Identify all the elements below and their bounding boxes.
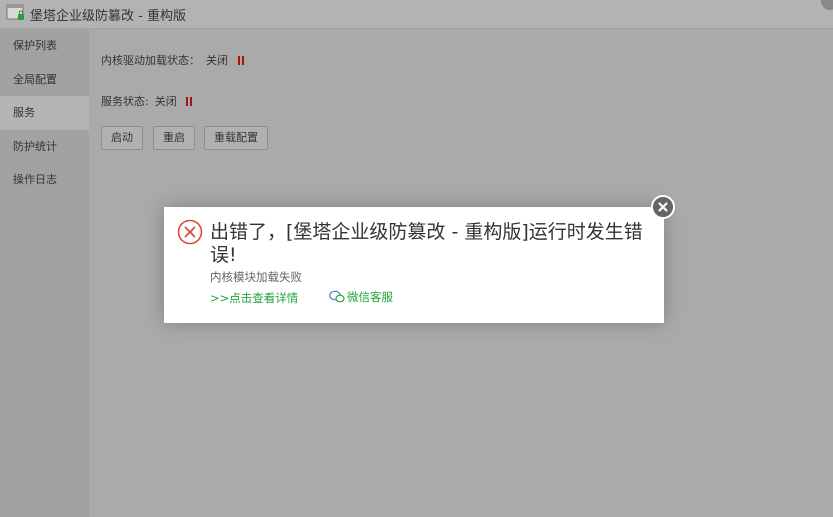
title-bar: 堡塔企业级防篡改 - 重构版 <box>0 0 833 29</box>
sidebar-item-operation-log[interactable]: 操作日志 <box>0 163 89 197</box>
reload-config-button[interactable]: 重载配置 <box>204 126 268 150</box>
stopped-status-icon <box>237 55 246 68</box>
sidebar: 保护列表 全局配置 服务 防护统计 操作日志 <box>0 29 89 517</box>
error-title: 出错了，[堡塔企业级防篡改 - 重构版]运行时发生错误! <box>210 221 643 266</box>
service-status-value: 关闭 <box>154 95 177 108</box>
app-window-icon <box>6 4 24 20</box>
view-details-link[interactable]: >>点击查看详情 <box>210 290 298 306</box>
wechat-icon <box>329 290 345 303</box>
window-title: 堡塔企业级防篡改 - 重构版 <box>30 9 186 24</box>
stopped-status-icon <box>186 96 194 109</box>
sidebar-item-global-config[interactable]: 全局配置 <box>0 63 89 97</box>
driver-status-row: 内核驱动加载状态： 关闭 <box>101 52 246 68</box>
sidebar-item-service[interactable]: 服务 <box>0 96 89 130</box>
restart-button[interactable]: 重启 <box>153 126 195 150</box>
error-message: 内核模块加载失败 <box>210 270 302 284</box>
error-icon <box>177 219 203 245</box>
service-status-label: 服务状态: <box>101 95 149 108</box>
error-dialog: 出错了，[堡塔企业级防篡改 - 重构版]运行时发生错误! 内核模块加载失败 >>… <box>164 207 664 323</box>
start-button[interactable]: 启动 <box>101 126 143 150</box>
sidebar-item-protection-stats[interactable]: 防护统计 <box>0 130 89 164</box>
wechat-support-label: 微信客服 <box>347 290 393 304</box>
window-close-button[interactable] <box>821 0 833 10</box>
wechat-support-link[interactable]: 微信客服 <box>329 289 393 305</box>
dialog-close-button[interactable] <box>651 195 675 219</box>
service-status-row: 服务状态: 关闭 <box>101 93 194 109</box>
close-icon <box>658 202 668 212</box>
driver-status-label: 内核驱动加载状态： <box>101 54 200 67</box>
sidebar-item-protection-list[interactable]: 保护列表 <box>0 29 89 63</box>
driver-status-value: 关闭 <box>206 54 228 67</box>
